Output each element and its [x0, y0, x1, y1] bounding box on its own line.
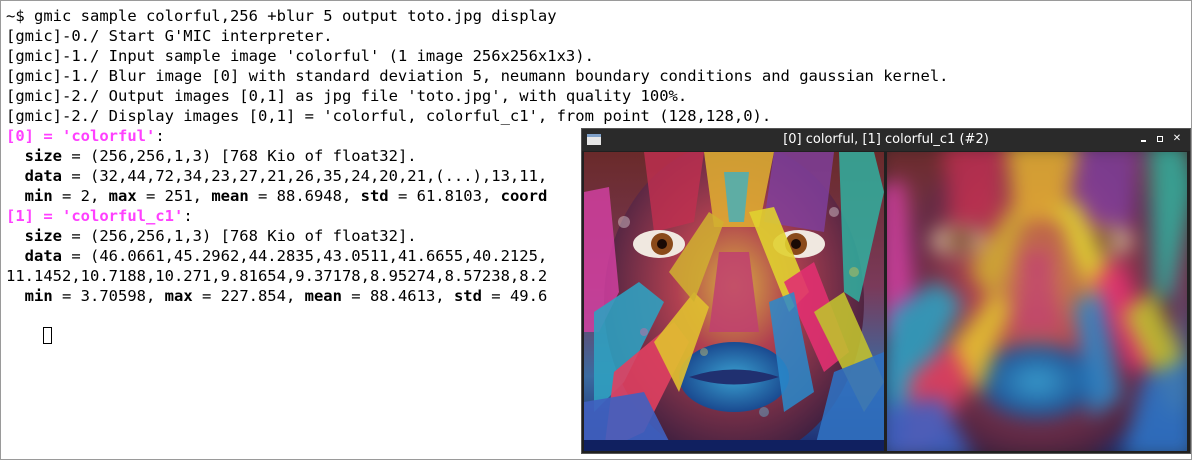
terminal-text: :: [183, 207, 193, 225]
terminal-text: = 3.70598,: [52, 287, 165, 305]
terminal-text: = 88.4613,: [341, 287, 454, 305]
colorful-face-image: [584, 152, 884, 451]
terminal-text: :: [155, 127, 165, 145]
terminal-text: std: [453, 287, 482, 305]
terminal-text: mean: [304, 287, 342, 305]
terminal-text: = 49.6: [481, 287, 548, 305]
terminal-text: min: [24, 187, 53, 205]
terminal-text: [gmic]-1./ Input sample image 'colorful'…: [6, 47, 594, 65]
image-label: [1] = 'colorful_c1': [6, 207, 184, 225]
terminal-text: ~$ gmic sample colorful,256 +blur 5 outp…: [6, 7, 557, 25]
terminal-text: std: [360, 187, 389, 205]
terminal-text: = 227.854,: [192, 287, 305, 305]
terminal-text: 11.1452,10.7188,10.271,9.81654,9.37178,8…: [6, 267, 548, 285]
terminal-text: = (32,44,72,34,23,27,21,26,35,24,20,21,(…: [62, 167, 548, 185]
minimize-icon[interactable]: [1139, 133, 1149, 145]
maximize-icon[interactable]: [1155, 133, 1165, 145]
terminal-text: min: [24, 287, 53, 305]
terminal-window: ~$ gmic sample colorful,256 +blur 5 outp…: [0, 0, 1192, 460]
terminal-text: [gmic]-0./ Start G'MIC interpreter.: [6, 27, 333, 45]
terminal-text: = 251,: [136, 187, 212, 205]
window-titlebar[interactable]: [0] colorful, [1] colorful_c1 (#2) ✕: [582, 129, 1190, 151]
window-title: [0] colorful, [1] colorful_c1 (#2): [783, 132, 989, 147]
terminal-text: size: [24, 227, 62, 245]
terminal-line: [gmic]-0./ Start G'MIC interpreter.: [6, 26, 949, 46]
terminal-text: = 61.8103,: [388, 187, 501, 205]
text-cursor: [43, 327, 53, 344]
window-menu-icon[interactable]: [587, 134, 601, 145]
terminal-text: = (256,256,1,3) [768 Kio of float32].: [62, 147, 417, 165]
terminal-text: = 88.6948,: [248, 187, 361, 205]
terminal-text: [gmic]-2./ Output images [0,1] as jpg fi…: [6, 87, 688, 105]
terminal-line: [gmic]-2./ Display images [0,1] = 'color…: [6, 106, 949, 126]
terminal-text: coord: [500, 187, 548, 205]
terminal-text: [gmic]-2./ Display images [0,1] = 'color…: [6, 107, 772, 125]
terminal-line: ~$ gmic sample colorful,256 +blur 5 outp…: [6, 6, 949, 26]
terminal-line: [gmic]-2./ Output images [0,1] as jpg fi…: [6, 86, 949, 106]
terminal-text: mean: [211, 187, 249, 205]
terminal-prompt-line[interactable]: [6, 306, 53, 366]
image-label: [0] = 'colorful': [6, 127, 156, 145]
close-icon[interactable]: ✕: [1172, 133, 1182, 145]
gmic-display-window[interactable]: [0] colorful, [1] colorful_c1 (#2) ✕: [581, 128, 1191, 454]
terminal-text: = 2,: [52, 187, 109, 205]
terminal-text: = (46.0661,45.2962,44.2835,43.0511,41.66…: [62, 247, 548, 265]
terminal-text: data: [24, 167, 62, 185]
terminal-text: max: [164, 287, 193, 305]
terminal-text: = (256,256,1,3) [768 Kio of float32].: [62, 227, 417, 245]
image-colorful-c1[interactable]: [887, 152, 1187, 451]
terminal-text: data: [24, 247, 62, 265]
terminal-line: [gmic]-1./ Input sample image 'colorful'…: [6, 46, 949, 66]
terminal-text: max: [108, 187, 137, 205]
image-colorful[interactable]: [584, 152, 884, 451]
terminal-text: size: [24, 147, 62, 165]
terminal-line: [gmic]-1./ Blur image [0] with standard …: [6, 66, 949, 86]
terminal-text: [gmic]-1./ Blur image [0] with standard …: [6, 67, 949, 85]
colorful-face-blurred-image: [887, 152, 1187, 451]
